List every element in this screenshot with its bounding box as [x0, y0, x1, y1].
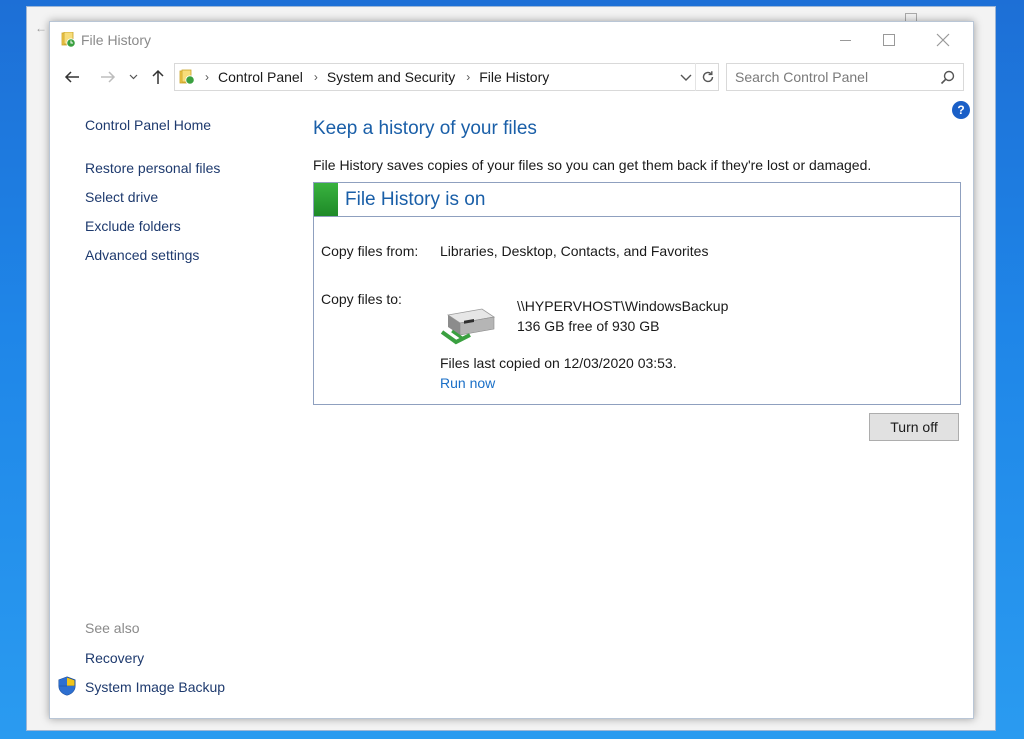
backup-drive-name: \\HYPERVHOST\WindowsBackup: [517, 298, 729, 314]
status-indicator-bar: [314, 183, 338, 216]
maximize-button[interactable]: [869, 26, 909, 54]
refresh-icon: [702, 71, 713, 83]
forward-button[interactable]: [96, 64, 120, 90]
file-history-icon: [61, 32, 76, 48]
up-button[interactable]: [148, 64, 168, 90]
back-button[interactable]: [60, 64, 84, 90]
breadcrumb-separator-icon: ›: [466, 70, 471, 84]
address-dropdown-button[interactable]: [680, 69, 692, 90]
copy-from-label: Copy files from:: [321, 243, 419, 259]
breadcrumb-system-and-security[interactable]: System and Security: [327, 69, 455, 85]
background-arrow-icon: ←: [35, 21, 47, 35]
breadcrumb-separator-icon: ›: [205, 70, 209, 84]
breadcrumb-file-history[interactable]: File History: [479, 69, 549, 85]
see-also-system-image-backup-link[interactable]: System Image Backup: [85, 679, 225, 695]
sidebar-item-exclude-folders[interactable]: Exclude folders: [85, 218, 181, 234]
status-header: File History is on: [314, 183, 960, 217]
shield-icon: [58, 676, 76, 696]
chevron-down-icon: [680, 74, 692, 81]
network-drive-icon: [440, 308, 496, 345]
sidebar-item-restore-personal-files[interactable]: Restore personal files: [85, 160, 220, 176]
title-bar[interactable]: File History: [50, 22, 973, 58]
main-content: Keep a history of your files File Histor…: [313, 118, 963, 173]
see-also-heading: See also: [85, 620, 140, 636]
sidebar: Control Panel Home Restore personal file…: [50, 112, 290, 712]
search-icon[interactable]: [940, 70, 955, 85]
search-box[interactable]: [726, 63, 964, 91]
search-input[interactable]: [735, 69, 935, 85]
breadcrumb-control-panel[interactable]: Control Panel: [218, 69, 303, 85]
recent-locations-button[interactable]: [126, 64, 140, 90]
arrow-right-icon: [101, 71, 116, 83]
page-title: Keep a history of your files: [313, 118, 537, 139]
sidebar-control-panel-home[interactable]: Control Panel Home: [85, 117, 211, 133]
chevron-down-icon: [129, 74, 137, 80]
close-button[interactable]: [923, 26, 963, 54]
window-title: File History: [81, 32, 152, 48]
copy-from-value: Libraries, Desktop, Contacts, and Favori…: [440, 243, 709, 259]
control-panel-icon: [179, 69, 195, 85]
minimize-button[interactable]: [825, 26, 865, 54]
breadcrumb: › Control Panel › System and Security › …: [205, 69, 560, 85]
file-history-status-panel: File History is on Copy files from: Libr…: [313, 182, 961, 405]
help-icon[interactable]: ?: [952, 101, 970, 119]
sidebar-item-select-drive[interactable]: Select drive: [85, 189, 158, 205]
minimize-icon: [839, 39, 851, 41]
file-history-window: File History › Control Panel › System an…: [49, 21, 974, 719]
copy-to-label: Copy files to:: [321, 291, 402, 307]
run-now-link[interactable]: Run now: [440, 375, 495, 391]
refresh-button[interactable]: [695, 63, 719, 91]
navigation-bar: › Control Panel › System and Security › …: [50, 60, 973, 94]
arrow-up-icon: [152, 69, 164, 84]
address-bar[interactable]: › Control Panel › System and Security › …: [174, 63, 719, 91]
status-title: File History is on: [345, 189, 486, 210]
sidebar-item-advanced-settings[interactable]: Advanced settings: [85, 247, 199, 263]
page-description: File History saves copies of your files …: [313, 157, 872, 173]
last-copied-text: Files last copied on 12/03/2020 03:53.: [440, 355, 677, 371]
backup-drive-space: 136 GB free of 930 GB: [517, 318, 660, 334]
see-also-recovery-link[interactable]: Recovery: [85, 650, 144, 666]
arrow-left-icon: [64, 71, 79, 83]
breadcrumb-separator-icon: ›: [313, 70, 318, 84]
close-icon: [936, 33, 950, 47]
turn-off-button[interactable]: Turn off: [869, 413, 959, 441]
maximize-icon: [883, 34, 895, 46]
